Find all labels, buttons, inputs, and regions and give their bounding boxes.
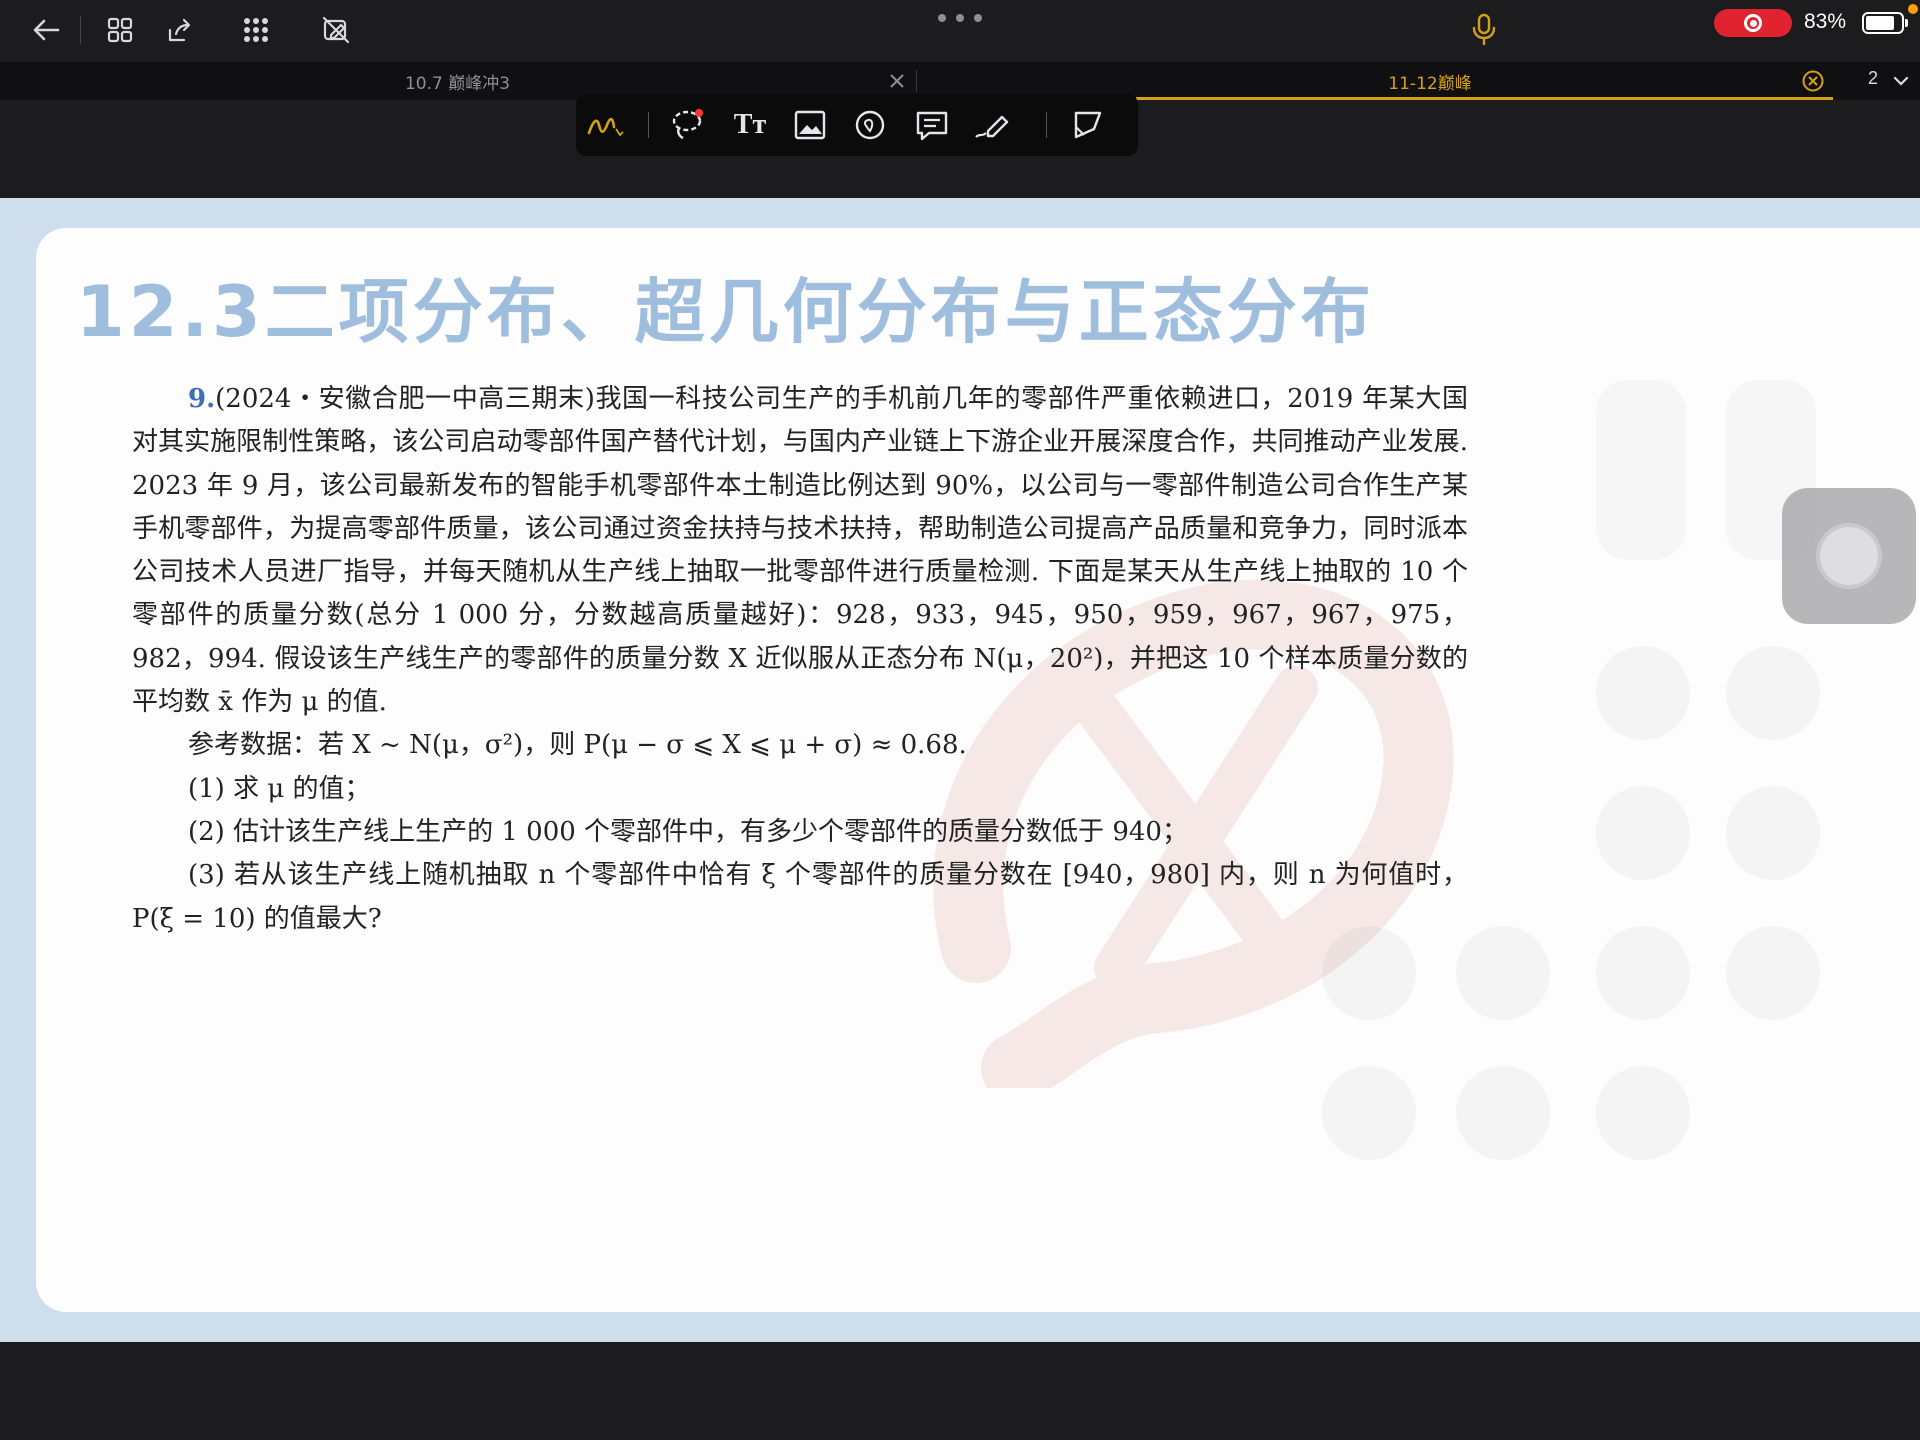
chevron-down-icon[interactable]	[1892, 72, 1910, 90]
notification-dot	[1908, 4, 1918, 14]
problem-paragraph: (2024・安徽合肥一中高三期末)我国一科技公司生产的手机前几年的零部件严重依赖…	[132, 384, 1468, 718]
close-tab-button[interactable]	[886, 70, 908, 92]
pen-tool-button[interactable]	[586, 105, 626, 145]
control-ghost	[1726, 786, 1820, 880]
apps-grid-icon	[244, 18, 268, 42]
microphone-icon[interactable]	[1470, 12, 1498, 48]
tab-document-2-active[interactable]: 11-12巅峰	[1140, 62, 1720, 100]
comment-tool-button[interactable]	[912, 105, 952, 145]
separator	[1046, 112, 1047, 138]
tab-count[interactable]: 2	[1868, 68, 1878, 89]
control-ghost	[1596, 646, 1690, 740]
pen-scribble-icon	[587, 117, 624, 137]
image-icon	[794, 110, 826, 140]
share-button[interactable]	[158, 10, 202, 50]
crop-icon	[1074, 111, 1102, 139]
close-circle-icon	[1802, 70, 1824, 92]
question-number: 9.	[188, 384, 216, 414]
annotation-toolbar: Tт	[576, 94, 1138, 156]
control-ghost	[1456, 926, 1550, 1020]
lasso-tool-button[interactable]	[668, 105, 708, 145]
problem-text: 9.(2024・安徽合肥一中高三期末)我国一科技公司生产的手机前几年的零部件严重…	[132, 378, 1468, 941]
bottom-bar	[0, 1342, 1920, 1440]
question-1: (1) 求 μ 的值；	[188, 773, 371, 804]
assistive-touch-icon	[1820, 527, 1878, 585]
thumbnails-button[interactable]	[98, 10, 142, 50]
highlighter-tool-button[interactable]	[972, 105, 1012, 145]
control-ghost	[1322, 926, 1416, 1020]
chapter-title: 12.3二项分布、超几何分布与正态分布	[76, 271, 1375, 353]
lasso-icon	[672, 109, 703, 140]
dark-mode-ghost	[1596, 1066, 1690, 1160]
control-ghost	[1596, 786, 1690, 880]
battery-percent: 83%	[1804, 10, 1847, 33]
highlighter-icon	[975, 115, 1009, 138]
more-dots-icon[interactable]	[938, 10, 982, 26]
record-icon	[1744, 14, 1762, 32]
assistive-touch-button[interactable]	[1782, 488, 1916, 624]
sticker-icon	[855, 110, 885, 140]
text-tool-icon: Tт	[733, 109, 767, 140]
control-ghost	[1456, 1066, 1550, 1160]
comment-icon	[916, 111, 948, 141]
separator	[80, 16, 81, 44]
image-tool-button[interactable]	[790, 105, 830, 145]
share-icon	[168, 18, 191, 42]
tab-label: 11-12巅峰	[1388, 73, 1472, 94]
question-2: (2) 估计该生产线上生产的 1 000 个零部件中，有多少个零部件的质量分数低…	[188, 816, 1188, 847]
apps-button[interactable]	[234, 10, 278, 50]
reference-data: 参考数据：若 X ~ N(μ，σ²)，则 P(μ − σ ⩽ X ⩽ μ + σ…	[188, 730, 967, 761]
control-ghost	[1726, 926, 1820, 1020]
separator	[648, 112, 649, 138]
close-icon	[890, 74, 904, 88]
screen-recording-indicator[interactable]	[1714, 9, 1792, 37]
grid-icon	[107, 17, 133, 43]
battery-icon	[1862, 12, 1908, 34]
crop-tool-button[interactable]	[1068, 105, 1108, 145]
brightness-slider-ghost	[1596, 380, 1686, 560]
question-3: (3) 若从该生产线上随机抽取 n 个零部件中恰有 ξ 个零部件的质量分数在 […	[132, 860, 1468, 934]
sticker-tool-button[interactable]	[850, 105, 890, 145]
back-arrow-icon	[33, 19, 60, 41]
screen-record-ghost	[1322, 1066, 1416, 1160]
edit-off-icon	[322, 16, 350, 44]
tab-separator	[916, 70, 917, 92]
rotation-lock-ghost	[1726, 646, 1820, 740]
top-bar: 83%	[0, 0, 1920, 62]
tab-label: 10.7 巅峰冲3	[404, 73, 511, 94]
close-active-tab-button[interactable]	[1802, 70, 1824, 92]
back-button[interactable]	[24, 10, 68, 50]
read-mode-button[interactable]	[314, 10, 358, 50]
text-tool-button[interactable]: Tт	[730, 105, 770, 145]
low-power-ghost	[1596, 926, 1690, 1020]
